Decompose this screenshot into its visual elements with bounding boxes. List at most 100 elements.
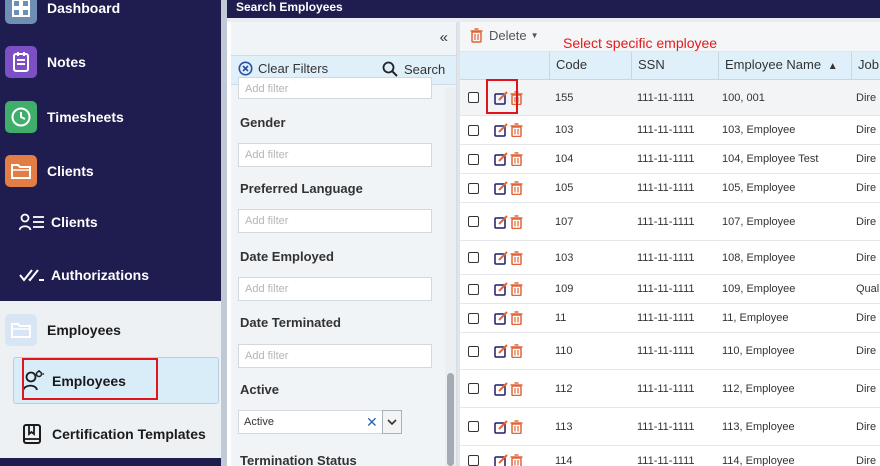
sidebar-item-employees[interactable]: Employees bbox=[13, 357, 219, 404]
cell-code: 112 bbox=[555, 382, 573, 395]
row-checkbox[interactable] bbox=[468, 145, 479, 173]
table-row[interactable]: 110 111-11-1111 110, Employee Dire bbox=[460, 333, 880, 370]
chevron-down-icon[interactable] bbox=[382, 410, 402, 434]
row-actions bbox=[494, 304, 523, 332]
table-row[interactable]: 103 111-11-1111 103, Employee Dire bbox=[460, 116, 880, 145]
table-row[interactable]: 105 111-11-1111 105, Employee Dire bbox=[460, 174, 880, 203]
filter-input-preferred-language[interactable]: Add filter bbox=[238, 209, 432, 233]
column-header-employee-name[interactable]: Employee Name ▲ bbox=[718, 52, 851, 80]
row-checkbox[interactable] bbox=[468, 203, 479, 240]
row-checkbox[interactable] bbox=[468, 80, 479, 115]
filter-label-termination-status: Termination Status bbox=[240, 453, 357, 466]
trash-icon[interactable] bbox=[510, 123, 523, 137]
filter-scrollbar-thumb[interactable] bbox=[447, 373, 454, 466]
sidebar-item-clients[interactable]: Clients bbox=[0, 202, 221, 242]
trash-icon[interactable] bbox=[510, 344, 523, 358]
row-checkbox[interactable] bbox=[468, 370, 479, 407]
column-header-code[interactable]: Code bbox=[549, 52, 631, 80]
trash-icon[interactable] bbox=[510, 152, 523, 166]
sidebar-item-label: Authorizations bbox=[51, 267, 149, 283]
filter-label-preferred-language: Preferred Language bbox=[240, 181, 363, 196]
row-checkbox[interactable] bbox=[468, 408, 479, 445]
row-checkbox[interactable] bbox=[468, 116, 479, 144]
trash-icon[interactable] bbox=[510, 419, 523, 434]
cell-ssn: 111-11-1111 bbox=[637, 124, 695, 136]
row-checkbox[interactable] bbox=[468, 241, 479, 274]
cell-code: 107 bbox=[555, 215, 574, 228]
cell-employee-name: 105, Employee bbox=[722, 182, 796, 194]
table-row[interactable]: 11 111-11-1111 11, Employee Dire bbox=[460, 304, 880, 333]
row-checkbox[interactable] bbox=[468, 304, 479, 332]
sidebar-item-clients-group[interactable]: Clients bbox=[0, 151, 221, 191]
edit-icon[interactable] bbox=[494, 311, 508, 325]
row-actions bbox=[494, 80, 523, 115]
column-header-job[interactable]: Job bbox=[851, 52, 880, 80]
table-row[interactable]: 114 111-11-1111 114, Employee Dire bbox=[460, 446, 880, 466]
trash-icon[interactable] bbox=[510, 453, 523, 466]
edit-icon[interactable] bbox=[494, 152, 508, 166]
edit-icon[interactable] bbox=[494, 90, 508, 105]
trash-icon[interactable] bbox=[510, 282, 523, 296]
edit-icon[interactable] bbox=[494, 381, 508, 396]
filter-label-gender: Gender bbox=[240, 115, 286, 130]
edit-icon[interactable] bbox=[494, 181, 508, 195]
cell-code: 110 bbox=[555, 345, 573, 357]
cell-ssn: 111-11-1111 bbox=[637, 345, 695, 357]
column-header-ssn[interactable]: SSN bbox=[631, 52, 718, 80]
sidebar-item-dashboard[interactable]: Dashboard bbox=[0, 0, 221, 28]
edit-icon[interactable] bbox=[494, 282, 508, 296]
search-button[interactable]: Search bbox=[382, 61, 445, 77]
table-row[interactable]: 113 111-11-1111 113, Employee Dire bbox=[460, 408, 880, 446]
table-row[interactable]: 107 111-11-1111 107, Employee Dire bbox=[460, 203, 880, 241]
trash-icon[interactable] bbox=[510, 181, 523, 195]
table-row[interactable]: 155 111-11-1111 100, 001 Dire bbox=[460, 80, 880, 116]
cell-code: 109 bbox=[555, 283, 574, 295]
table-row[interactable]: 104 111-11-1111 104, Employee Test Dire bbox=[460, 145, 880, 174]
user-gear-icon bbox=[22, 369, 46, 392]
edit-icon[interactable] bbox=[494, 453, 508, 466]
sidebar-item-certification-templates[interactable]: Certification Templates bbox=[0, 414, 221, 454]
filter-input-gender[interactable]: Add filter bbox=[238, 143, 432, 167]
row-checkbox[interactable] bbox=[468, 446, 479, 466]
sidebar-item-label: Dashboard bbox=[47, 0, 121, 16]
row-checkbox[interactable] bbox=[468, 174, 479, 202]
row-actions bbox=[494, 446, 523, 466]
collapse-panel-icon[interactable]: « bbox=[440, 29, 448, 46]
filter-input-date-terminated[interactable]: Add filter bbox=[238, 344, 432, 368]
edit-icon[interactable] bbox=[494, 214, 508, 229]
client-list-icon bbox=[19, 213, 45, 231]
bookmark-book-icon bbox=[22, 423, 46, 445]
trash-icon[interactable] bbox=[510, 250, 523, 265]
clear-selection-icon[interactable]: ✕ bbox=[366, 412, 378, 432]
edit-icon[interactable] bbox=[494, 250, 508, 265]
table-row[interactable]: 109 111-11-1111 109, Employee Qual bbox=[460, 275, 880, 304]
sidebar-item-employees-group[interactable]: Employees bbox=[0, 309, 221, 351]
trash-icon[interactable] bbox=[510, 90, 523, 105]
edit-icon[interactable] bbox=[494, 419, 508, 434]
cell-employee-name: 107, Employee bbox=[722, 215, 796, 228]
row-actions bbox=[494, 333, 523, 369]
delete-button[interactable]: Delete ▼ bbox=[470, 28, 539, 43]
trash-icon[interactable] bbox=[510, 311, 523, 325]
filter-list: Add filter Gender Add filter Preferred L… bbox=[231, 77, 445, 466]
edit-icon[interactable] bbox=[494, 123, 508, 137]
row-checkbox[interactable] bbox=[468, 275, 479, 303]
filter-input-previous[interactable]: Add filter bbox=[238, 77, 432, 99]
sidebar-item-authorizations[interactable]: Authorizations bbox=[0, 255, 221, 295]
clear-filters-button[interactable]: Clear Filters bbox=[238, 61, 328, 76]
filter-input-date-employed[interactable]: Add filter bbox=[238, 277, 432, 301]
trash-icon[interactable] bbox=[510, 214, 523, 229]
edit-icon[interactable] bbox=[494, 344, 508, 358]
cell-ssn: 111-11-1111 bbox=[637, 312, 695, 324]
table-row[interactable]: 112 111-11-1111 112, Employee Dire bbox=[460, 370, 880, 408]
row-checkbox[interactable] bbox=[468, 333, 479, 369]
table-row[interactable]: 103 111-11-1111 108, Employee Dire bbox=[460, 241, 880, 275]
trash-icon[interactable] bbox=[510, 381, 523, 396]
sidebar-item-notes[interactable]: Notes bbox=[0, 42, 221, 82]
row-actions bbox=[494, 370, 523, 407]
sidebar-item-timesheets[interactable]: Timesheets bbox=[0, 97, 221, 137]
cell-code: 103 bbox=[555, 124, 574, 136]
sidebar-divider[interactable] bbox=[221, 0, 227, 466]
filter-scrollbar[interactable] bbox=[445, 87, 456, 466]
row-actions bbox=[494, 174, 523, 202]
